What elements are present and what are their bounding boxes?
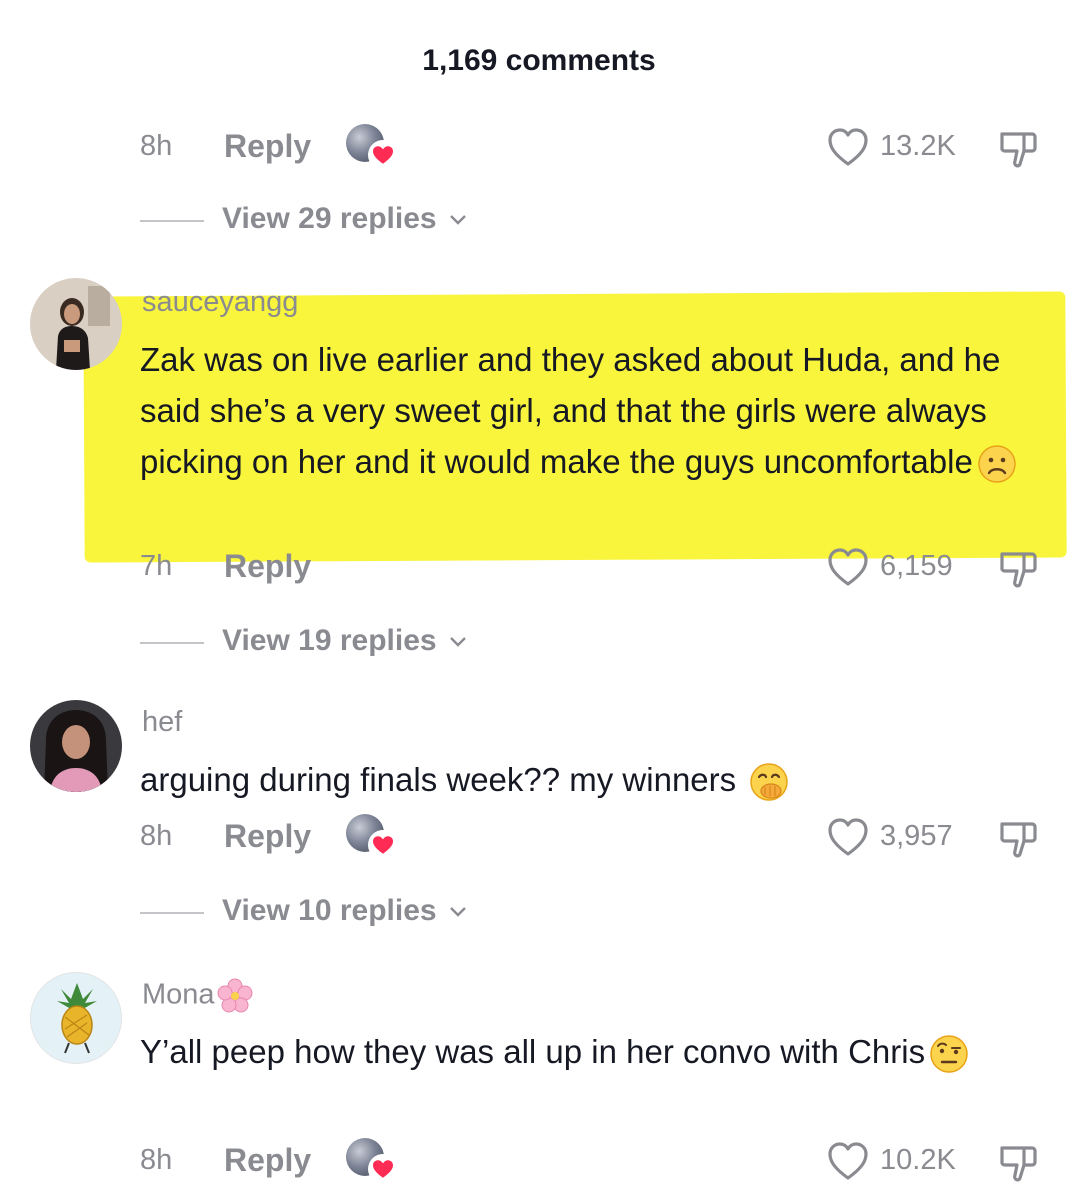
heart-icon xyxy=(368,1154,398,1184)
like-heart-icon[interactable] xyxy=(826,546,870,588)
comment-time: 8h xyxy=(140,130,173,162)
reply-button[interactable]: Reply xyxy=(224,548,311,585)
chevron-down-icon xyxy=(450,637,466,647)
creator-liked-badge xyxy=(346,122,398,170)
comment-actions-row: 8h Reply 13.2K xyxy=(0,118,1078,178)
view-replies-button[interactable]: View 10 replies xyxy=(222,894,467,928)
divider xyxy=(140,912,204,914)
comment-body: Zak was on live earlier and they asked a… xyxy=(140,341,1001,480)
comment-body: arguing during finals week?? my winners xyxy=(140,761,737,798)
like-count: 6,159 xyxy=(880,550,953,582)
view-replies-label: View 29 replies xyxy=(222,202,437,235)
reply-button[interactable]: Reply xyxy=(224,128,311,165)
creator-liked-badge xyxy=(346,1136,398,1184)
like-heart-icon[interactable] xyxy=(826,816,870,858)
chevron-down-icon xyxy=(450,907,466,917)
comment-time: 8h xyxy=(140,1144,173,1176)
pineapple-avatar-icon xyxy=(31,973,121,1063)
username-label: Mona xyxy=(142,978,215,1011)
comments-count-header: 1,169 comments xyxy=(422,44,656,77)
view-replies-row[interactable]: View 10 replies xyxy=(0,890,1078,934)
comment-time: 7h xyxy=(140,550,173,582)
comment-text: Y’all peep how they was all up in her co… xyxy=(140,1026,1050,1077)
dislike-icon[interactable] xyxy=(996,126,1040,170)
comment-actions-row: 8h Reply 10.2K xyxy=(0,1132,1078,1192)
creator-liked-badge xyxy=(346,812,398,860)
like-heart-icon[interactable] xyxy=(826,126,870,168)
avatar[interactable] xyxy=(30,700,122,792)
dislike-icon[interactable] xyxy=(996,546,1040,590)
dislike-icon[interactable] xyxy=(996,816,1040,860)
like-count: 3,957 xyxy=(880,820,953,852)
view-replies-row[interactable]: View 19 replies xyxy=(0,620,1078,664)
comment-actions-row: 7h Reply 6,159 xyxy=(0,538,1078,598)
view-replies-button[interactable]: View 19 replies xyxy=(222,624,467,658)
comment-text: arguing during finals week?? my winners xyxy=(140,754,1050,805)
dislike-icon[interactable] xyxy=(996,1140,1040,1184)
comment-username[interactable]: sauceyangg xyxy=(142,286,298,319)
face-with-hand-over-mouth-icon xyxy=(750,763,789,802)
view-replies-label: View 19 replies xyxy=(222,624,437,657)
like-count: 13.2K xyxy=(880,130,956,162)
comment-username[interactable]: Mona xyxy=(142,978,253,1014)
avatar[interactable] xyxy=(30,278,122,370)
user-photo xyxy=(30,278,122,370)
comment-body: Y’all peep how they was all up in her co… xyxy=(140,1033,926,1070)
avatar[interactable] xyxy=(30,972,122,1064)
divider xyxy=(140,642,204,644)
frowning-face-icon xyxy=(978,445,1016,484)
heart-icon xyxy=(368,830,398,860)
like-heart-icon[interactable] xyxy=(826,1140,870,1182)
view-replies-label: View 10 replies xyxy=(222,894,437,927)
comment-actions-row: 8h Reply 3,957 xyxy=(0,808,1078,868)
heart-icon xyxy=(368,140,398,170)
like-count: 10.2K xyxy=(880,1144,956,1176)
view-replies-row[interactable]: View 29 replies xyxy=(0,198,1078,242)
chevron-down-icon xyxy=(450,215,466,225)
comment-time: 8h xyxy=(140,820,173,852)
comment-text: Zak was on live earlier and they asked a… xyxy=(140,334,1050,487)
view-replies-button[interactable]: View 29 replies xyxy=(222,202,467,236)
reply-button[interactable]: Reply xyxy=(224,1142,311,1179)
user-photo xyxy=(30,700,122,792)
comment-username[interactable]: hef xyxy=(142,706,182,739)
cherry-blossom-icon xyxy=(217,978,253,1013)
face-with-raised-eyebrow-icon xyxy=(930,1035,968,1074)
divider xyxy=(140,220,204,222)
reply-button[interactable]: Reply xyxy=(224,818,311,855)
